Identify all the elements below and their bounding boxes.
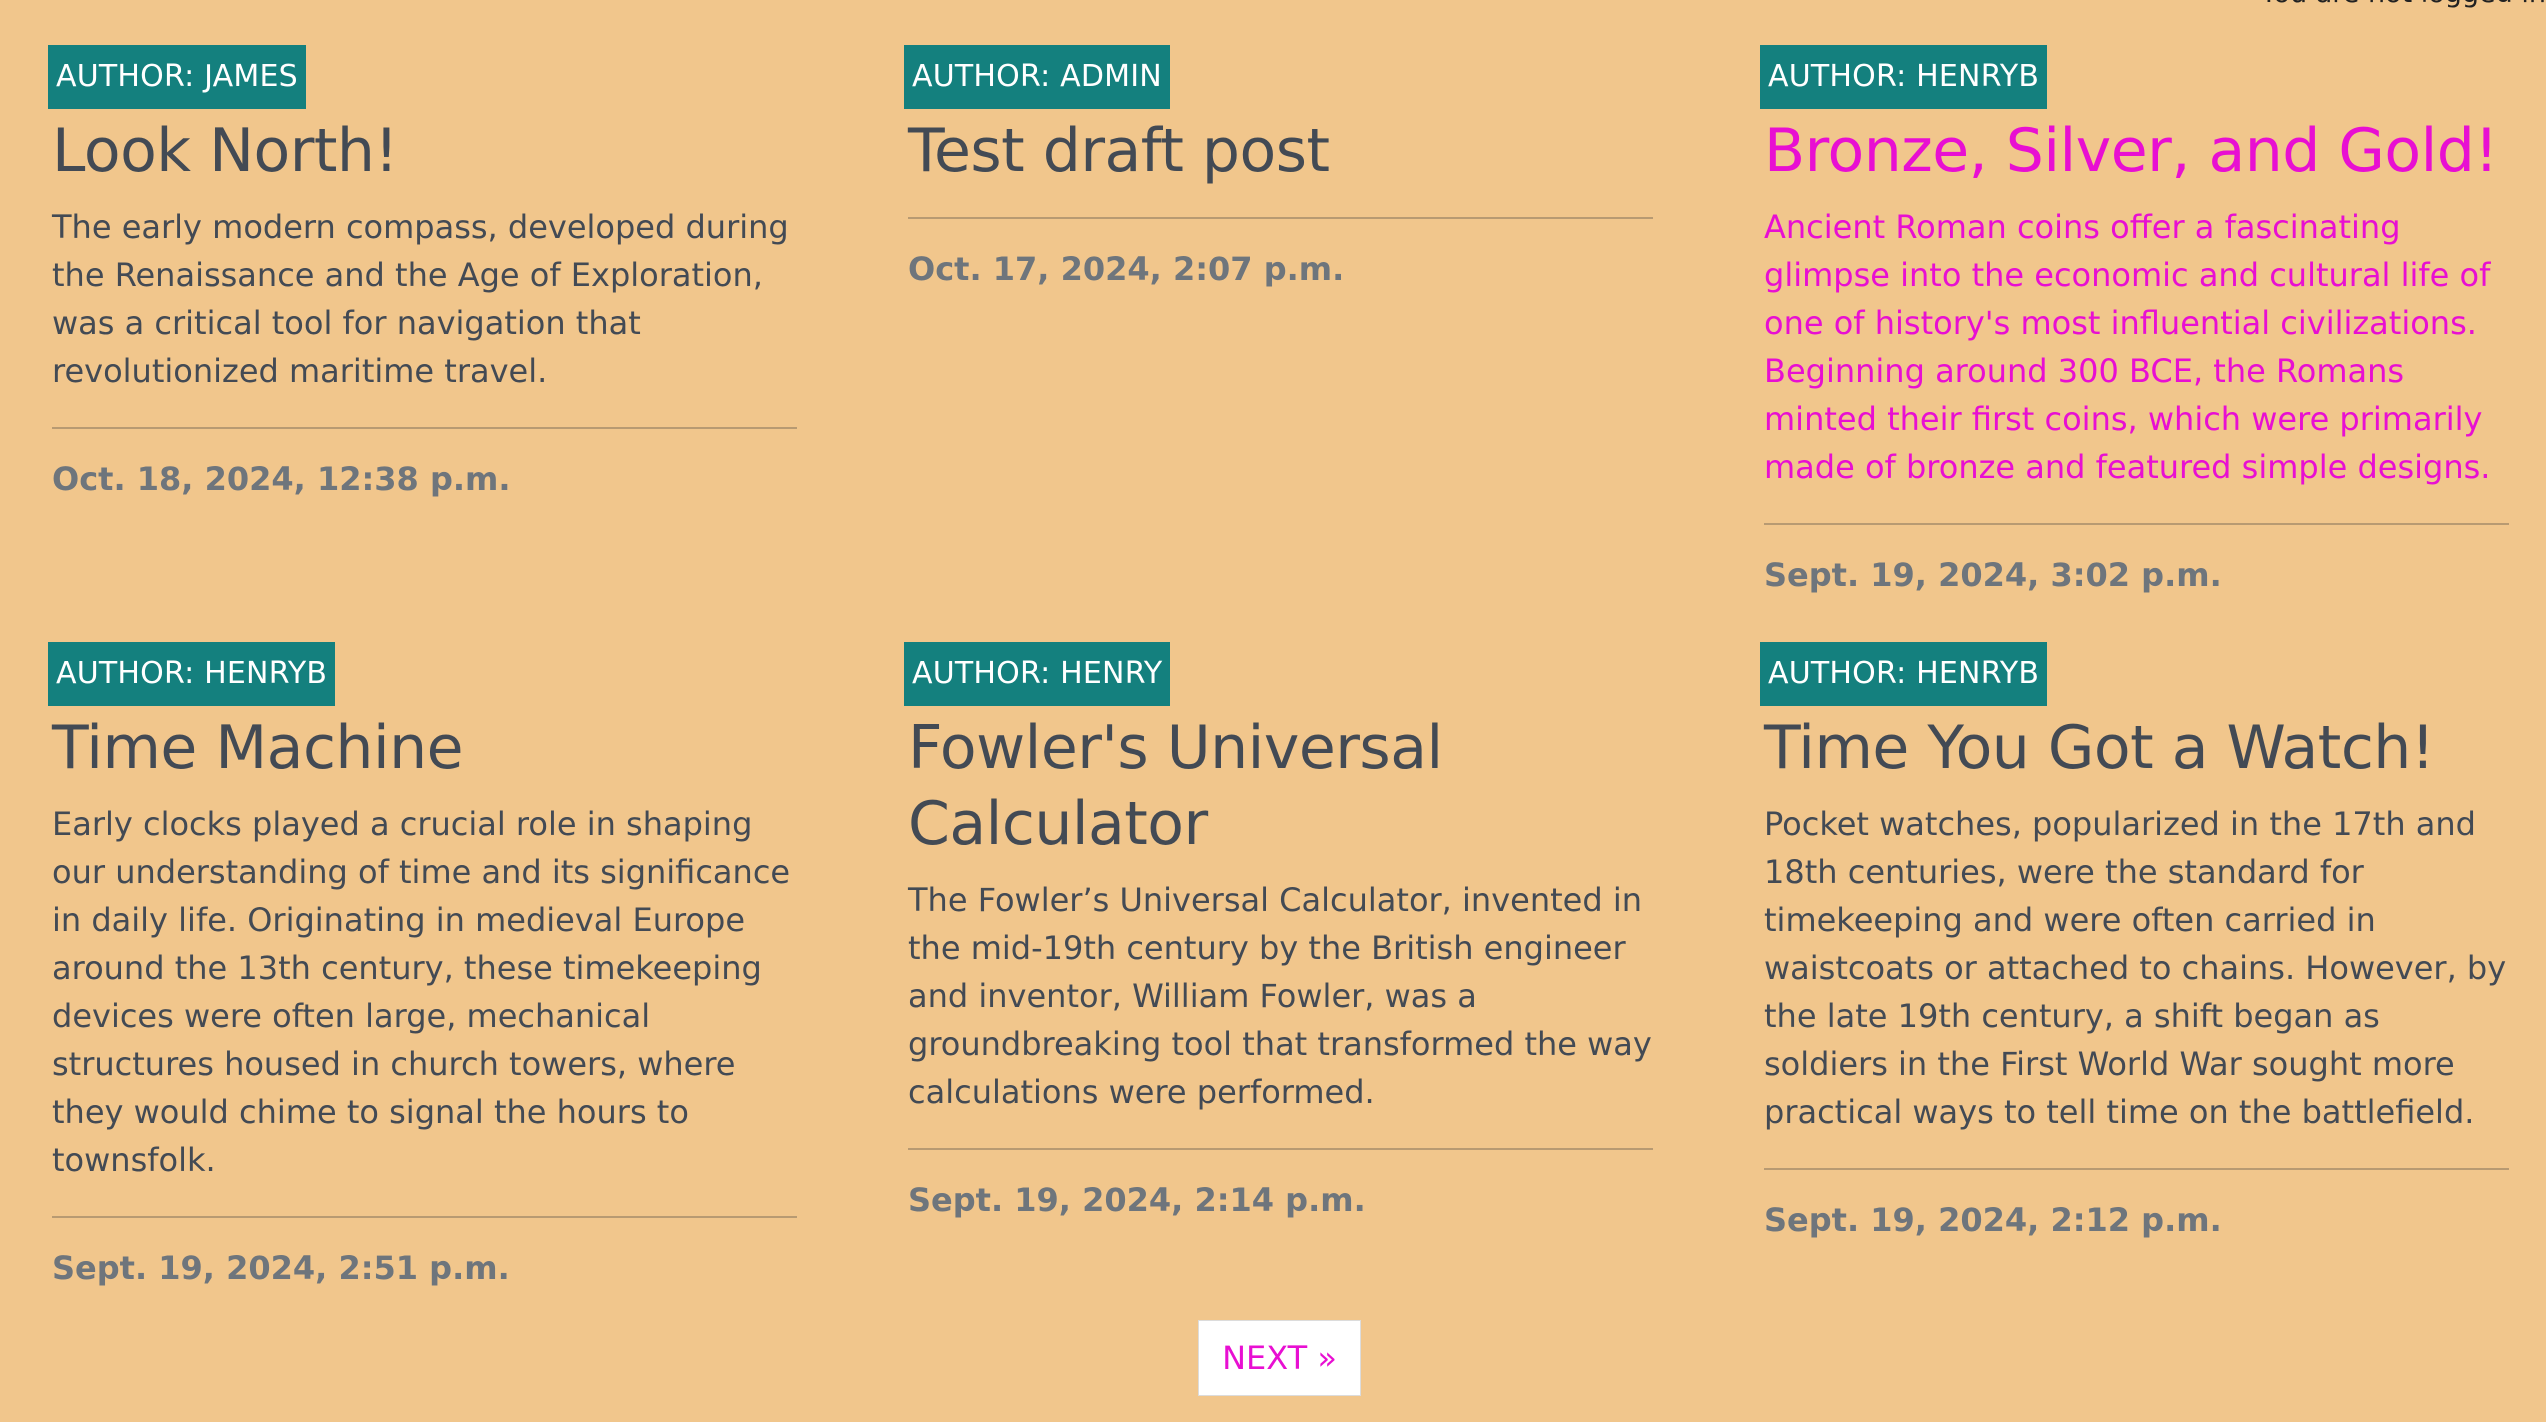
post-excerpt: The Fowler’s Universal Calculator, inven… <box>908 881 1652 1111</box>
divider <box>1764 523 2509 525</box>
divider <box>908 217 1653 219</box>
author-badge: AUTHOR: HENRYB <box>1760 45 2048 109</box>
author-badge: AUTHOR: HENRYB <box>1760 642 2048 706</box>
post-title-link[interactable]: Test draft post <box>908 113 1653 189</box>
post-date: Sept. 19, 2024, 2:12 p.m. <box>1764 1201 2222 1239</box>
author-badge: AUTHOR: ADMIN <box>904 45 1170 109</box>
post-date: Oct. 17, 2024, 2:07 p.m. <box>908 250 1345 288</box>
post-title-link[interactable]: Fowler's Universal Calculator <box>908 710 1653 862</box>
post-date: Sept. 19, 2024, 3:02 p.m. <box>1764 556 2222 594</box>
post-title-link[interactable]: Bronze, Silver, and Gold! <box>1764 113 2509 189</box>
divider <box>908 1148 1653 1150</box>
post-date: Sept. 19, 2024, 2:51 p.m. <box>52 1249 510 1287</box>
post-title-link[interactable]: Look North! <box>52 113 797 189</box>
post-card: AUTHOR: HENRYB Bronze, Silver, and Gold!… <box>1760 45 2509 595</box>
post-grid: AUTHOR: JAMES Look North! The early mode… <box>0 0 2546 1422</box>
divider <box>52 1216 797 1218</box>
post-card: AUTHOR: HENRY Fowler's Universal Calcula… <box>904 642 1653 1220</box>
post-excerpt: Pocket watches, popularized in the 17th … <box>1764 805 2507 1131</box>
post-card: AUTHOR: ADMIN Test draft post Oct. 17, 2… <box>904 45 1653 289</box>
author-badge: AUTHOR: JAMES <box>48 45 306 109</box>
next-page-button[interactable]: NEXT » <box>1198 1320 1361 1396</box>
post-excerpt: Ancient Roman coins offer a fascinating … <box>1764 208 2491 486</box>
post-title-link[interactable]: Time You Got a Watch! <box>1764 710 2509 786</box>
author-badge: AUTHOR: HENRY <box>904 642 1171 706</box>
post-date: Sept. 19, 2024, 2:14 p.m. <box>908 1181 1366 1219</box>
post-card: AUTHOR: HENRYB Time You Got a Watch! Poc… <box>1760 642 2509 1240</box>
post-date: Oct. 18, 2024, 12:38 p.m. <box>52 460 511 498</box>
divider <box>52 427 797 429</box>
author-badge: AUTHOR: HENRYB <box>48 642 336 706</box>
post-card: AUTHOR: HENRYB Time Machine Early clocks… <box>48 642 797 1288</box>
post-excerpt: Early clocks played a crucial role in sh… <box>52 805 791 1179</box>
post-excerpt: The early modern compass, developed duri… <box>52 208 789 390</box>
divider <box>1764 1168 2509 1170</box>
post-title-link[interactable]: Time Machine <box>52 710 797 786</box>
post-card: AUTHOR: JAMES Look North! The early mode… <box>48 45 797 499</box>
